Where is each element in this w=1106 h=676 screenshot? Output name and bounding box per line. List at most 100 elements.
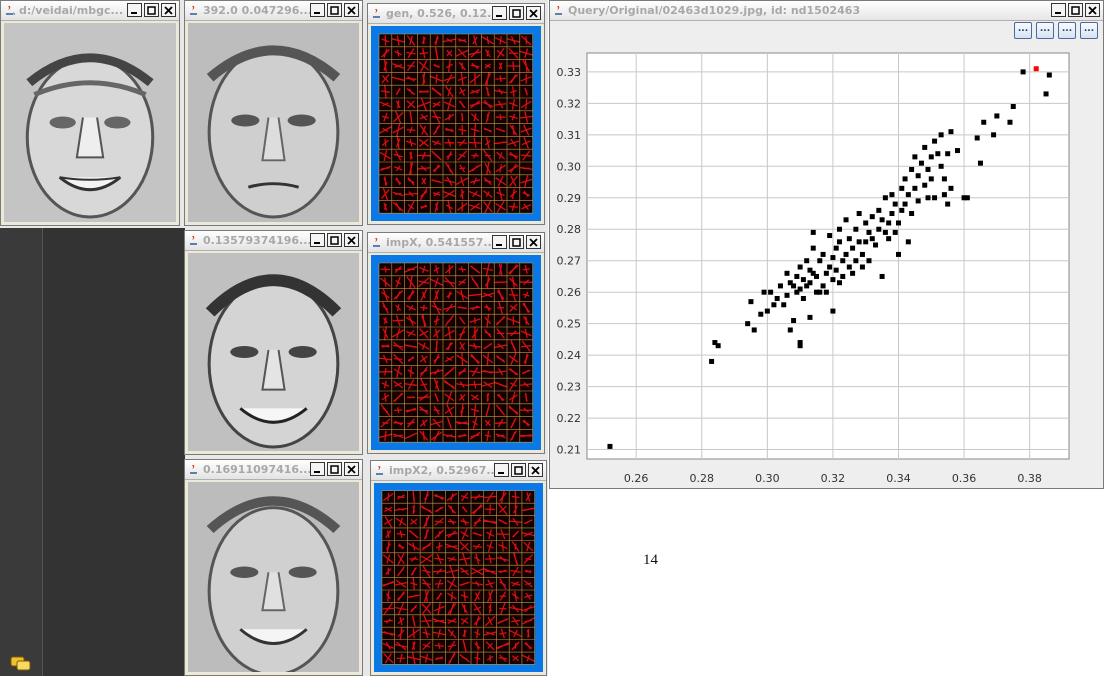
scatter-point [784,270,790,276]
plot-option-button-1[interactable]: ... [1014,22,1032,39]
scatter-point [814,273,820,279]
plot-option-button-2[interactable]: ... [1036,22,1054,39]
close-button[interactable] [526,235,541,249]
scatter-point [791,283,797,289]
scatter-point [820,283,826,289]
close-button[interactable] [161,3,176,17]
minimize-button[interactable] [492,235,507,249]
scatter-point [1043,91,1049,97]
scatter-point [800,277,806,283]
window-titlebar[interactable]: impX, 0.541557... [368,233,544,253]
scatter-point [827,264,833,270]
window-titlebar[interactable]: 0.13579374196... [185,231,362,251]
scatter-point [768,289,774,295]
face-image-2 [188,23,359,222]
scatter-point [797,286,803,292]
maximize-button[interactable] [327,233,342,247]
scatter-point [820,251,826,257]
window-titlebar[interactable]: 392.0 0.047296... [185,1,362,21]
scatter-point [981,119,987,125]
scatter-point [915,198,921,204]
window-titlebar[interactable]: d:/veidai/mbgc... [1,1,179,21]
close-button[interactable] [344,233,359,247]
minimize-button[interactable] [1051,3,1066,17]
scatter-point [709,358,715,364]
scatter-point [833,267,839,273]
scatter-point [781,302,787,308]
face-window-1[interactable]: d:/veidai/mbgc... [0,0,180,226]
maximize-button[interactable] [327,3,342,17]
scatter-point [774,295,780,301]
minimize-button[interactable] [127,3,142,17]
scatter-point [853,258,859,264]
scatter-point [836,239,842,245]
face-window-3[interactable]: 0.13579374196... [184,230,363,455]
page-number: 14 [643,552,658,568]
scatter-point [1010,104,1016,110]
scatter-point [764,308,770,314]
face-window-2[interactable]: 392.0 0.047296... [184,0,363,226]
scatter-point [932,195,938,201]
scatter-point [784,292,790,298]
chat-icon[interactable] [10,656,32,672]
java-icon [376,466,383,475]
grid-window-impx[interactable]: impX, 0.541557... [367,232,545,454]
grid-window-impx2[interactable]: impX2, 0.52967... [370,460,547,676]
y-tick-label: 0.21 [557,444,582,457]
scatter-point [948,129,954,135]
scatter-point [800,295,806,301]
scatter-point [895,220,901,226]
scatter-point [918,160,924,166]
minimize-button[interactable] [494,463,509,477]
close-button[interactable] [1085,3,1100,17]
grid-window-gen[interactable]: gen, 0.526, 0.12... [367,3,545,225]
window-title: 0.13579374196... [203,234,312,247]
x-tick-label: 0.26 [624,472,649,485]
window-titlebar[interactable]: gen, 0.526, 0.12... [368,4,544,24]
scatter-point [912,154,918,160]
maximize-button[interactable] [511,463,526,477]
maximize-button[interactable] [509,235,524,249]
scatter-point [853,226,859,232]
scatter-point [817,258,823,264]
window-titlebar[interactable]: Query/Original/02463d1029.jpg, id: nd150… [550,1,1103,21]
plot-option-button-4[interactable]: ... [1080,22,1098,39]
close-button[interactable] [344,3,359,17]
minimize-button[interactable] [492,6,507,20]
scatter-point [863,239,869,245]
scatter-point [797,340,803,346]
scatter-point [941,176,947,182]
scatter-point [715,343,721,349]
close-button[interactable] [528,463,543,477]
scatter-point [794,273,800,279]
window-title: d:/veidai/mbgc... [19,4,124,17]
scatter-point [909,166,915,172]
scatter-point [895,251,901,257]
scatter-point [948,185,954,191]
minimize-button[interactable] [310,233,325,247]
x-tick-label: 0.38 [1017,472,1042,485]
scatter-point [817,289,823,295]
maximize-button[interactable] [509,6,524,20]
plot-option-button-3[interactable]: ... [1058,22,1076,39]
scatter-point [830,308,836,314]
maximize-button[interactable] [1068,3,1083,17]
close-button[interactable] [344,462,359,476]
face-window-4[interactable]: 0.16911097416... [184,459,363,676]
maximize-button[interactable] [327,462,342,476]
scatter-point [758,311,764,317]
left-panel-secondary [42,228,185,676]
close-button[interactable] [526,6,541,20]
minimize-button[interactable] [310,3,325,17]
window-title: Query/Original/02463d1029.jpg, id: nd150… [568,4,861,17]
maximize-button[interactable] [144,3,159,17]
minimize-button[interactable] [310,462,325,476]
plot-window[interactable]: Query/Original/02463d1029.jpg, id: nd150… [549,0,1104,489]
scatter-point [869,236,875,242]
scatter-point [889,192,895,198]
scatter-point [810,229,816,235]
window-titlebar[interactable]: 0.16911097416... [185,460,362,480]
scatter-point [876,207,882,213]
window-titlebar[interactable]: impX2, 0.52967... [371,461,546,481]
scatter-point [964,195,970,201]
